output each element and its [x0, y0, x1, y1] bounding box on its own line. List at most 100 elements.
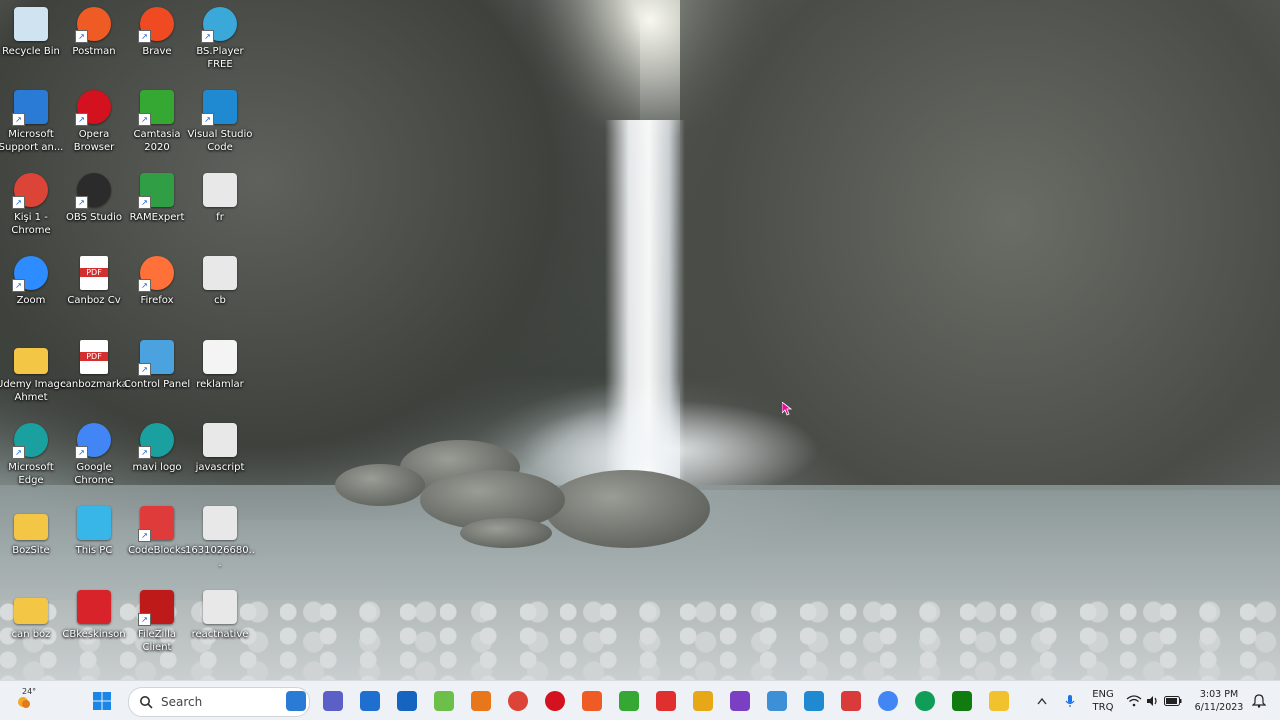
desktop-icon[interactable]: ↗ OBS Studio [61, 171, 127, 224]
desktop-icon[interactable]: BozSite [0, 504, 64, 557]
taskbar-app-xbox[interactable] [948, 687, 976, 715]
snipping-icon [693, 691, 713, 711]
shortcut-arrow-icon: ↗ [138, 113, 151, 126]
taskbar-app-vscode[interactable] [800, 687, 828, 715]
desktop-icon-label: Canboz Cv [67, 295, 121, 306]
desktop-icon-label: OBS Studio [66, 212, 122, 223]
desktop-icon[interactable]: ↗ RAMExpert [124, 171, 190, 224]
wallpaper-boulder [460, 518, 552, 548]
taskbar-app-opera[interactable] [541, 687, 569, 715]
user-folder-icon [12, 588, 50, 626]
desktop-icon[interactable]: This PC [61, 504, 127, 557]
desktop-icon[interactable]: PDF Canboz Cv [61, 254, 127, 307]
file-explorer-icon [989, 691, 1009, 711]
desktop-icon[interactable]: Recycle Bin [0, 5, 64, 58]
taskbar-app-chrome-2[interactable] [874, 687, 902, 715]
desktop-icon[interactable]: ↗ Kişi 1 - Chrome [0, 171, 64, 237]
desktop-icon[interactable]: ↗ Brave [124, 5, 190, 58]
shortcut-arrow-icon: ↗ [75, 446, 88, 459]
desktop-icon-label: javascript [195, 462, 245, 473]
shortcut-arrow-icon: ↗ [75, 196, 88, 209]
desktop-icon[interactable]: ↗ Camtasia 2020 [124, 88, 190, 154]
taskbar-app-chrome[interactable] [504, 687, 532, 715]
desktop-icon-label: Zoom [16, 295, 46, 306]
show-hidden-icons-button[interactable] [1032, 687, 1052, 715]
desktop-icon-label: This PC [75, 545, 113, 556]
clock-time: 3:03 PM [1199, 689, 1239, 700]
language-indicator[interactable]: ENG TRQ [1088, 688, 1118, 714]
copilot-icon [286, 691, 306, 711]
desktop-icon[interactable]: 1631026680... [185, 504, 255, 570]
chrome-3-icon [915, 691, 935, 711]
taskbar-app-mail[interactable] [393, 687, 421, 715]
desktop-icon[interactable]: ↗ Firefox [124, 254, 190, 307]
desktop-icon-label: FileZilla Client [137, 629, 177, 653]
microphone-button[interactable] [1058, 687, 1082, 715]
desktop-icon-label: can boz [11, 629, 51, 640]
taskbar-app-sublime[interactable] [467, 687, 495, 715]
chrome-icon: ↗ [75, 421, 113, 459]
desktop-icon[interactable]: ↗ Visual Studio Code [187, 88, 253, 154]
desktop-icon-label: BozSite [12, 545, 50, 556]
image-file-icon [201, 588, 239, 626]
desktop-icon-label: mavi logo [132, 462, 182, 473]
desktop-icon[interactable]: ↗ Opera Browser [61, 88, 127, 154]
desktop-icon[interactable]: ↗ BS.Player FREE [187, 5, 253, 71]
taskbar-app-copilot[interactable] [282, 687, 310, 715]
taskbar-app-store[interactable] [356, 687, 384, 715]
desktop-icon[interactable]: reklamlar [187, 338, 253, 391]
notifications-button[interactable] [1248, 687, 1270, 715]
taskbar-app-codeblocks[interactable] [837, 687, 865, 715]
desktop-icon-label: Control Panel [123, 379, 191, 390]
folder-icon [12, 504, 50, 542]
taskbar-app-visual-studio[interactable] [726, 687, 754, 715]
desktop-icon[interactable]: ↗ Control Panel [124, 338, 190, 391]
taskbar-app-chrome-3[interactable] [911, 687, 939, 715]
desktop-icon-label: Google Chrome [74, 462, 114, 486]
desktop-icon[interactable]: ↗ Microsoft Support an... [0, 88, 64, 154]
taskbar-app-notepad-plus[interactable] [430, 687, 458, 715]
desktop-icon[interactable]: ↗ FileZilla Client [124, 588, 190, 654]
codeblocks-icon [841, 691, 861, 711]
desktop-icon[interactable]: CBkeskinson [61, 588, 127, 641]
desktop-icon[interactable]: cb [187, 254, 253, 307]
postman-icon: ↗ [75, 5, 113, 43]
desktop-icon[interactable]: ↗ Postman [61, 5, 127, 58]
text-file-icon [201, 338, 239, 376]
taskbar-app-file-explorer[interactable] [985, 687, 1013, 715]
taskbar-app-teams[interactable] [319, 687, 347, 715]
clock[interactable]: 3:03 PM 6/11/2023 [1190, 688, 1248, 714]
desktop-icon[interactable]: ↗ Google Chrome [61, 421, 127, 487]
image-file-icon [201, 171, 239, 209]
shortcut-arrow-icon: ↗ [12, 196, 25, 209]
cb-logo-icon [75, 588, 113, 626]
desktop-icon[interactable]: ↗ CodeBlocks [124, 504, 190, 557]
taskbar-app-paint[interactable] [763, 687, 791, 715]
desktop-icon[interactable]: ↗ mavi logo [124, 421, 190, 474]
filezilla-icon: ↗ [138, 588, 176, 626]
desktop-icon[interactable]: javascript [187, 421, 253, 474]
taskbar-app-camtasia-red[interactable] [652, 687, 680, 715]
ramexpert-icon: ↗ [138, 171, 176, 209]
image-file-icon [201, 254, 239, 292]
start-button[interactable] [88, 687, 116, 715]
desktop-icon[interactable]: Udemy Image Ahmet [0, 338, 66, 404]
desktop-icon[interactable]: can boz [0, 588, 64, 641]
desktop-icon-label: Brave [142, 46, 172, 57]
search-icon [140, 696, 153, 709]
desktop-icon[interactable]: reactnative [187, 588, 253, 641]
language-primary: ENG [1092, 689, 1114, 700]
taskbar-app-postman[interactable] [578, 687, 606, 715]
pdf-icon: PDF [75, 338, 113, 376]
taskbar-app-camtasia[interactable] [615, 687, 643, 715]
taskbar-app-snipping[interactable] [689, 687, 717, 715]
weather-widget[interactable]: 24° [6, 687, 40, 715]
desktop-icon[interactable]: ↗ Zoom [0, 254, 64, 307]
opera-icon: ↗ [75, 88, 113, 126]
desktop-icon[interactable]: PDF canbozmarka [60, 338, 128, 391]
windows-logo-icon [93, 692, 111, 710]
quick-settings-button[interactable] [1122, 687, 1186, 715]
desktop-icon[interactable]: fr [187, 171, 253, 224]
desktop-icon[interactable]: ↗ Microsoft Edge [0, 421, 64, 487]
this-pc-icon [75, 504, 113, 542]
